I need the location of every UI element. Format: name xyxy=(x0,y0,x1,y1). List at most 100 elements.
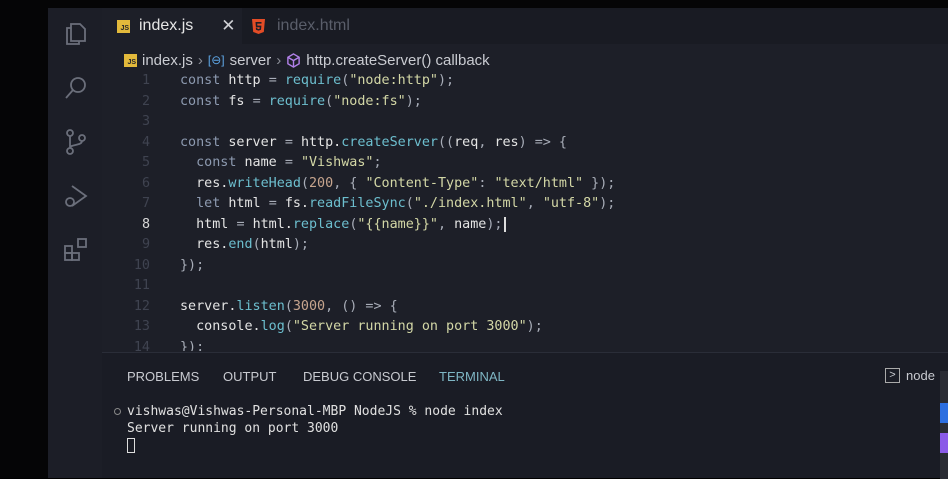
code-line[interactable]: 8 html = html.replace("{{name}}", name);… xyxy=(102,215,948,236)
line-content: const fs = require("node:fs"); xyxy=(180,92,422,113)
line-number: 2 xyxy=(141,93,150,109)
search-icon[interactable] xyxy=(62,74,90,102)
code-token: }); xyxy=(180,257,205,273)
code-token: fs xyxy=(228,93,253,109)
line-content: console.log("Server running on port 3000… xyxy=(180,317,543,338)
code-token: log xyxy=(260,319,285,334)
bottom-panel: PROBLEMS OUTPUT DEBUG CONSOLE TERMINAL >… xyxy=(102,352,948,479)
code-token: "text/html" xyxy=(494,175,584,191)
close-icon[interactable]: ✕ xyxy=(221,16,235,36)
code-token: server. xyxy=(180,298,237,314)
code-token: listen xyxy=(236,298,285,314)
line-content: html = html.replace("{{name}}", name);​ xyxy=(180,215,506,236)
tab-debug-console[interactable]: DEBUG CONSOLE xyxy=(303,369,416,384)
code-token: require xyxy=(284,73,342,88)
tab-output[interactable]: OUTPUT xyxy=(223,369,276,384)
line-content: const http = require("node:http"); xyxy=(180,71,454,92)
code-line[interactable]: 14}); xyxy=(102,338,948,352)
code-token: = xyxy=(236,216,253,232)
code-token: res. xyxy=(180,175,229,191)
code-token: ( xyxy=(325,93,334,109)
terminal-name: node xyxy=(906,368,935,383)
chevron-right-icon: › xyxy=(276,51,282,69)
tab-index-html[interactable]: index.html xyxy=(252,8,382,44)
code-line[interactable]: 5 const name = "Vishwas"; xyxy=(102,153,948,174)
js-file-icon: JS xyxy=(124,53,137,67)
activity-bar xyxy=(48,8,102,478)
tab-problems[interactable]: PROBLEMS xyxy=(127,369,199,384)
code-token: "./index.html" xyxy=(413,196,527,211)
code-token: ; xyxy=(373,155,382,170)
run-debug-icon[interactable] xyxy=(62,182,90,210)
left-margin xyxy=(0,0,48,478)
line-number: 7 xyxy=(141,196,150,211)
code-line[interactable]: 6 res.writeHead(200, { "Content-Type": "… xyxy=(102,174,948,195)
code-token: 200 xyxy=(309,175,334,191)
code-token: html. xyxy=(252,216,293,232)
tab-index-js[interactable]: JS index.js ✕ xyxy=(102,8,242,44)
line-number: 3 xyxy=(141,114,150,129)
code-line[interactable]: 3 xyxy=(102,112,948,133)
line-number: 12 xyxy=(133,298,150,314)
line-content: }); xyxy=(180,256,204,277)
terminal-output[interactable]: vishwas@Vishwas-Personal-MBP NodeJS % no… xyxy=(127,403,503,453)
code-token: 3000 xyxy=(292,298,326,314)
code-token: (( xyxy=(438,134,455,150)
tab-bar: JS index.js ✕ index.html xyxy=(102,8,948,44)
explorer-icon[interactable] xyxy=(62,20,90,48)
code-token: name xyxy=(244,155,285,170)
line-number: 5 xyxy=(141,155,150,170)
code-token: "Server running on port 3000" xyxy=(292,319,527,334)
code-token: : xyxy=(478,175,495,191)
code-line[interactable]: 7 let html = fs.readFileSync("./index.ht… xyxy=(102,194,948,215)
code-token: = xyxy=(252,93,269,109)
code-line[interactable]: 4 const server = http.createServer((req, … xyxy=(102,133,948,154)
text-cursor: ​ xyxy=(503,216,506,232)
extensions-icon[interactable] xyxy=(62,236,90,264)
code-token: "Vishwas" xyxy=(300,155,374,170)
code-token: require xyxy=(268,93,326,109)
method-cube-icon xyxy=(287,52,301,68)
terminal-prompt: vishwas@Vishwas-Personal-MBP NodeJS % no… xyxy=(127,404,503,419)
code-line[interactable]: 10}); xyxy=(102,256,948,277)
source-control-icon[interactable] xyxy=(62,128,90,156)
code-line[interactable]: 2 const fs = require("node:fs"); xyxy=(102,92,948,113)
code-editor[interactable]: 1 const http = require("node:http"); 2 cons… xyxy=(102,71,948,351)
code-token: ( xyxy=(284,298,293,314)
tab-label: index.html xyxy=(277,17,350,34)
code-token: , { xyxy=(333,175,366,191)
code-token: = xyxy=(268,73,285,88)
code-token: http. xyxy=(300,134,342,150)
tab-terminal[interactable]: TERMINAL xyxy=(439,369,505,384)
code-token: = xyxy=(284,134,301,150)
code-token: "utf-8" xyxy=(542,196,600,211)
line-content: }); xyxy=(180,338,204,352)
breadcrumb: JS index.js › [⊖] server › http.createSe… xyxy=(124,50,490,70)
code-token: ); xyxy=(526,319,543,334)
breadcrumb-symbol[interactable]: server xyxy=(230,52,272,69)
breadcrumb-file[interactable]: index.js xyxy=(142,52,193,69)
code-token: res. xyxy=(180,237,229,252)
line-content: res.writeHead(200, { "Content-Type": "te… xyxy=(180,174,615,195)
code-token: ) => { xyxy=(518,134,567,150)
code-line[interactable]: 12 server.listen(3000, () => { xyxy=(102,297,948,318)
line-number: 6 xyxy=(141,175,150,191)
line-content: let html = fs.readFileSync("./index.html… xyxy=(180,194,615,215)
line-content: server.listen(3000, () => { xyxy=(180,297,398,318)
code-token: , xyxy=(478,134,495,150)
terminal-selector[interactable]: > node xyxy=(885,368,935,383)
code-token: ( xyxy=(300,175,309,191)
code-token: fs. xyxy=(284,196,309,211)
code-token: "Content-Type" xyxy=(365,175,479,191)
breadcrumb-function[interactable]: http.createServer() callback xyxy=(306,52,489,69)
code-token: , xyxy=(526,196,543,211)
code-token: "node:fs" xyxy=(333,93,406,109)
code-line[interactable]: 9 res.end(html); xyxy=(102,235,948,256)
code-line[interactable]: 13 console.log("Server running on port 3… xyxy=(102,317,948,338)
code-line[interactable]: 11 xyxy=(102,276,948,297)
code-line[interactable]: 1 const http = require("node:http"); xyxy=(102,71,948,92)
code-token: let xyxy=(196,196,229,211)
code-token: const xyxy=(196,155,245,170)
terminal-list-strip xyxy=(940,371,948,479)
